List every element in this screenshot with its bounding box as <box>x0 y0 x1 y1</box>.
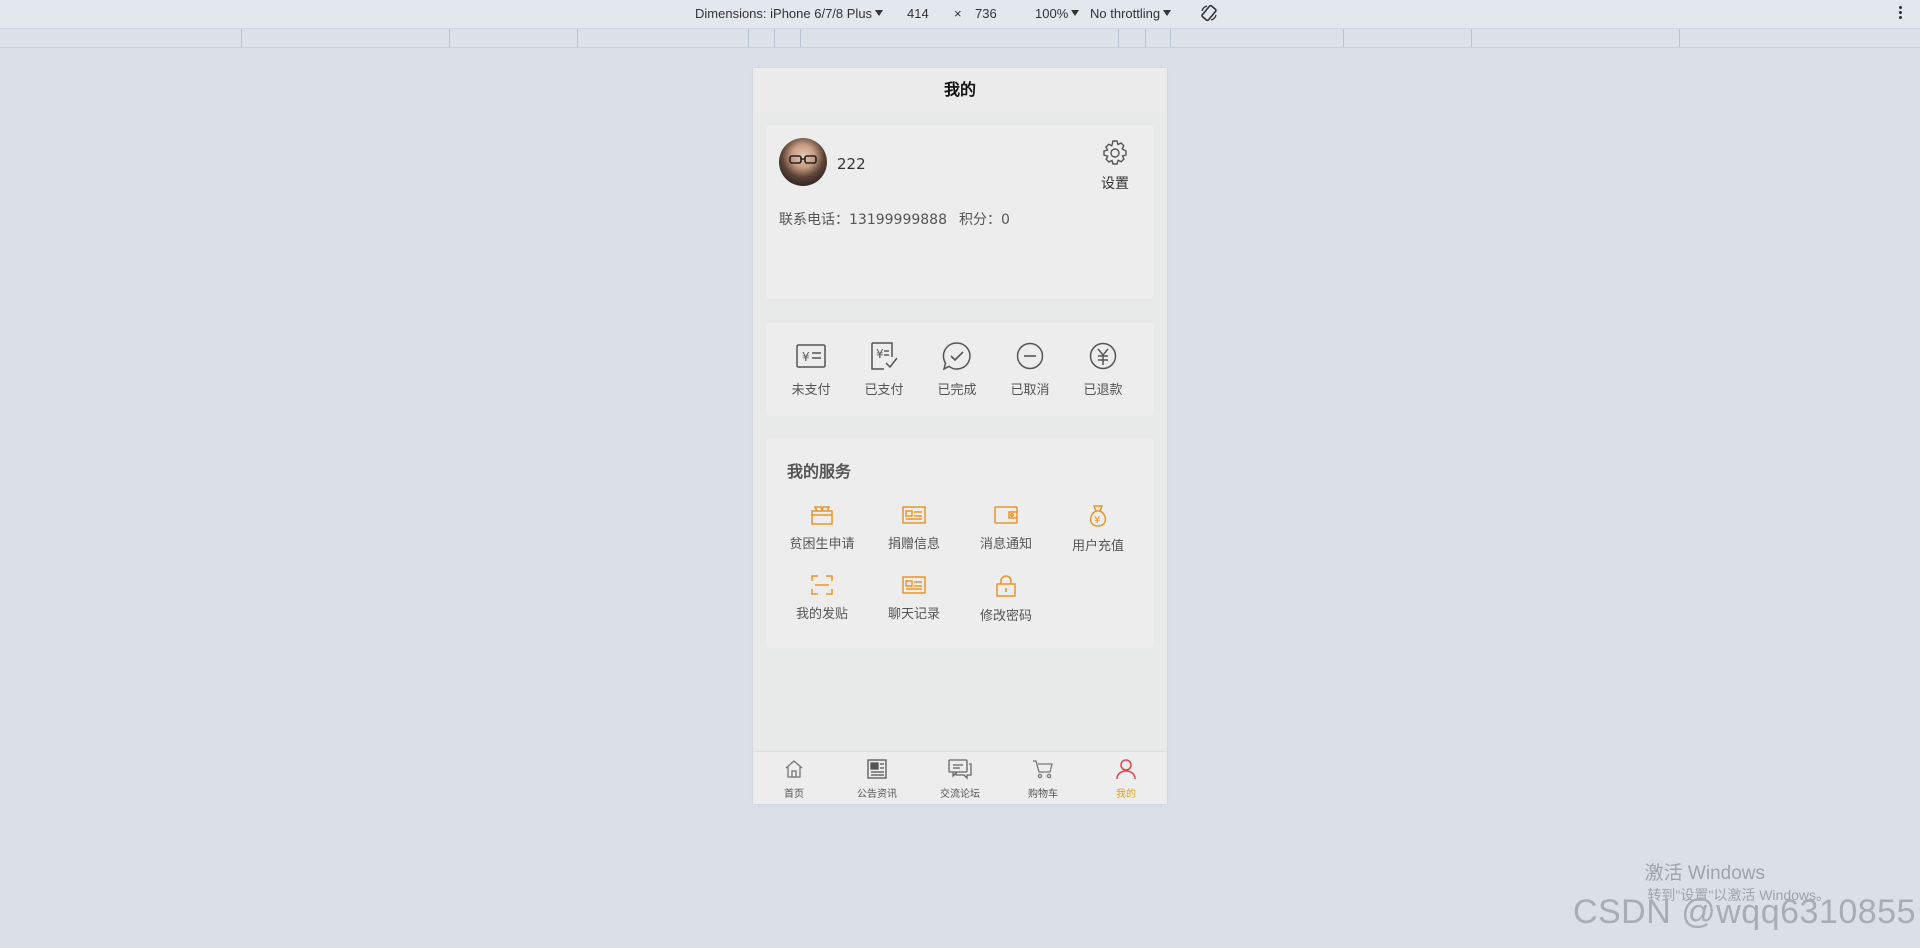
service-notifications[interactable]: 消息通知 <box>960 504 1052 552</box>
device-dimensions-select[interactable]: Dimensions: iPhone 6/7/8 Plus <box>695 6 884 21</box>
paid-icon: ¥ <box>868 342 900 375</box>
profile-card: 222 设置 联系电话：13199999888 积分：0 <box>766 125 1154 299</box>
zoom-label: 100% <box>1035 6 1069 21</box>
tab-label: 交流论坛 <box>940 789 980 800</box>
user-icon <box>1114 759 1138 784</box>
tab-news[interactable]: 公告资讯 <box>836 758 918 800</box>
tab-home[interactable]: 首页 <box>753 758 835 800</box>
tab-label: 首页 <box>784 789 804 800</box>
settings-button[interactable]: 设置 <box>1098 138 1132 193</box>
card-icon <box>901 506 927 530</box>
service-change-password[interactable]: 修改密码 <box>960 574 1052 624</box>
order-status-card: ¥ 未支付 ¥ 已支付 已完成 已取消 已退款 <box>766 323 1154 416</box>
lock-icon <box>994 575 1018 602</box>
phone-label: 联系电话： <box>779 212 849 228</box>
service-recharge[interactable]: ¥ 用户充值 <box>1052 504 1144 554</box>
service-label: 聊天记录 <box>887 607 940 622</box>
order-paid-label: 已支付 <box>864 383 904 398</box>
order-refunded-label: 已退款 <box>1083 383 1123 398</box>
order-unpaid[interactable]: ¥ 未支付 <box>781 341 841 398</box>
order-refunded[interactable]: 已退款 <box>1073 341 1133 398</box>
bottom-tab-bar: 首页 公告资讯 交流论坛 购物车 我的 <box>753 751 1167 804</box>
dimension-separator: × <box>954 6 962 21</box>
news-icon <box>865 759 889 784</box>
cancelled-icon <box>1014 342 1046 375</box>
viewport-width-input[interactable]: 414 <box>907 6 929 21</box>
svg-text:¥: ¥ <box>1094 515 1100 526</box>
order-cancelled[interactable]: 已取消 <box>1000 341 1060 398</box>
points-value: 0 <box>1000 212 1010 228</box>
order-cancelled-label: 已取消 <box>1010 383 1050 398</box>
tab-label: 我的 <box>1116 789 1136 800</box>
tab-label: 购物车 <box>1028 789 1058 800</box>
gear-icon <box>1100 140 1130 172</box>
svg-text:¥: ¥ <box>802 350 810 364</box>
service-label: 贫困生申请 <box>789 537 855 552</box>
service-label: 用户充值 <box>1071 539 1124 554</box>
page-title: 我的 <box>753 68 1167 112</box>
cart-icon <box>1031 760 1055 784</box>
services-title: 我的服务 <box>787 462 852 481</box>
viewport-height-input[interactable]: 736 <box>975 6 997 21</box>
scan-icon <box>810 575 834 600</box>
points-label: 积分： <box>958 212 1001 228</box>
service-label: 消息通知 <box>979 537 1032 552</box>
order-unpaid-label: 未支付 <box>791 383 831 398</box>
service-label: 修改密码 <box>979 609 1032 624</box>
money-bag-icon: ¥ <box>1086 505 1110 532</box>
service-poverty-application[interactable]: 贫困生申请 <box>776 504 868 552</box>
completed-icon <box>941 342 973 375</box>
service-donation-info[interactable]: 捐赠信息 <box>868 504 960 552</box>
order-paid[interactable]: ¥ 已支付 <box>854 341 914 398</box>
throttling-select[interactable]: No throttling <box>1090 6 1172 21</box>
csdn-watermark: CSDN @wqq6310855 <box>1572 893 1916 931</box>
contact-info: 联系电话：13199999888 积分：0 <box>779 209 1010 229</box>
throttling-label: No throttling <box>1090 6 1161 21</box>
service-label: 我的发贴 <box>795 607 848 622</box>
avatar[interactable] <box>779 138 827 186</box>
svg-text:¥: ¥ <box>876 347 884 361</box>
more-options-icon[interactable] <box>1899 6 1902 21</box>
chevron-down-icon <box>1071 10 1080 16</box>
rotate-icon[interactable] <box>1199 3 1219 26</box>
order-completed-label: 已完成 <box>937 383 977 398</box>
gift-icon <box>810 506 834 530</box>
wallet-icon <box>993 506 1019 530</box>
chevron-down-icon <box>1163 10 1172 16</box>
my-services-card: 我的服务 贫困生申请 捐赠信息 消息通知 ¥ 用户充值 我的发贴 聊天记录 修改… <box>766 438 1154 648</box>
service-chat-history[interactable]: 聊天记录 <box>868 574 960 622</box>
tab-profile[interactable]: 我的 <box>1085 758 1167 800</box>
unpaid-icon: ¥ <box>795 344 827 375</box>
order-completed[interactable]: 已完成 <box>927 341 987 398</box>
card-icon <box>901 576 927 600</box>
refunded-icon <box>1087 342 1119 375</box>
windows-activation-title: 激活 Windows <box>1644 863 1765 884</box>
devtools-toolbar: Dimensions: iPhone 6/7/8 Plus 414 × 736 … <box>0 0 1920 29</box>
service-label: 捐赠信息 <box>887 537 940 552</box>
media-query-ruler <box>0 29 1920 48</box>
device-dimensions-label: Dimensions: iPhone 6/7/8 Plus <box>695 6 873 21</box>
chevron-down-icon <box>875 10 884 16</box>
tab-label: 公告资讯 <box>857 789 897 800</box>
chat-icon <box>947 759 973 784</box>
username: 222 <box>837 155 866 173</box>
home-icon <box>783 760 805 784</box>
phone-value: 13199999888 <box>849 212 947 228</box>
tab-cart[interactable]: 购物车 <box>1002 758 1084 800</box>
zoom-select[interactable]: 100% <box>1035 6 1080 21</box>
tab-forum[interactable]: 交流论坛 <box>919 758 1001 800</box>
service-my-posts[interactable]: 我的发贴 <box>776 574 868 622</box>
settings-label: 设置 <box>1101 176 1129 192</box>
mobile-viewport: 我的 222 设置 联系电话：13199999888 积分：0 ¥ 未支付 ¥ 已… <box>753 68 1167 804</box>
